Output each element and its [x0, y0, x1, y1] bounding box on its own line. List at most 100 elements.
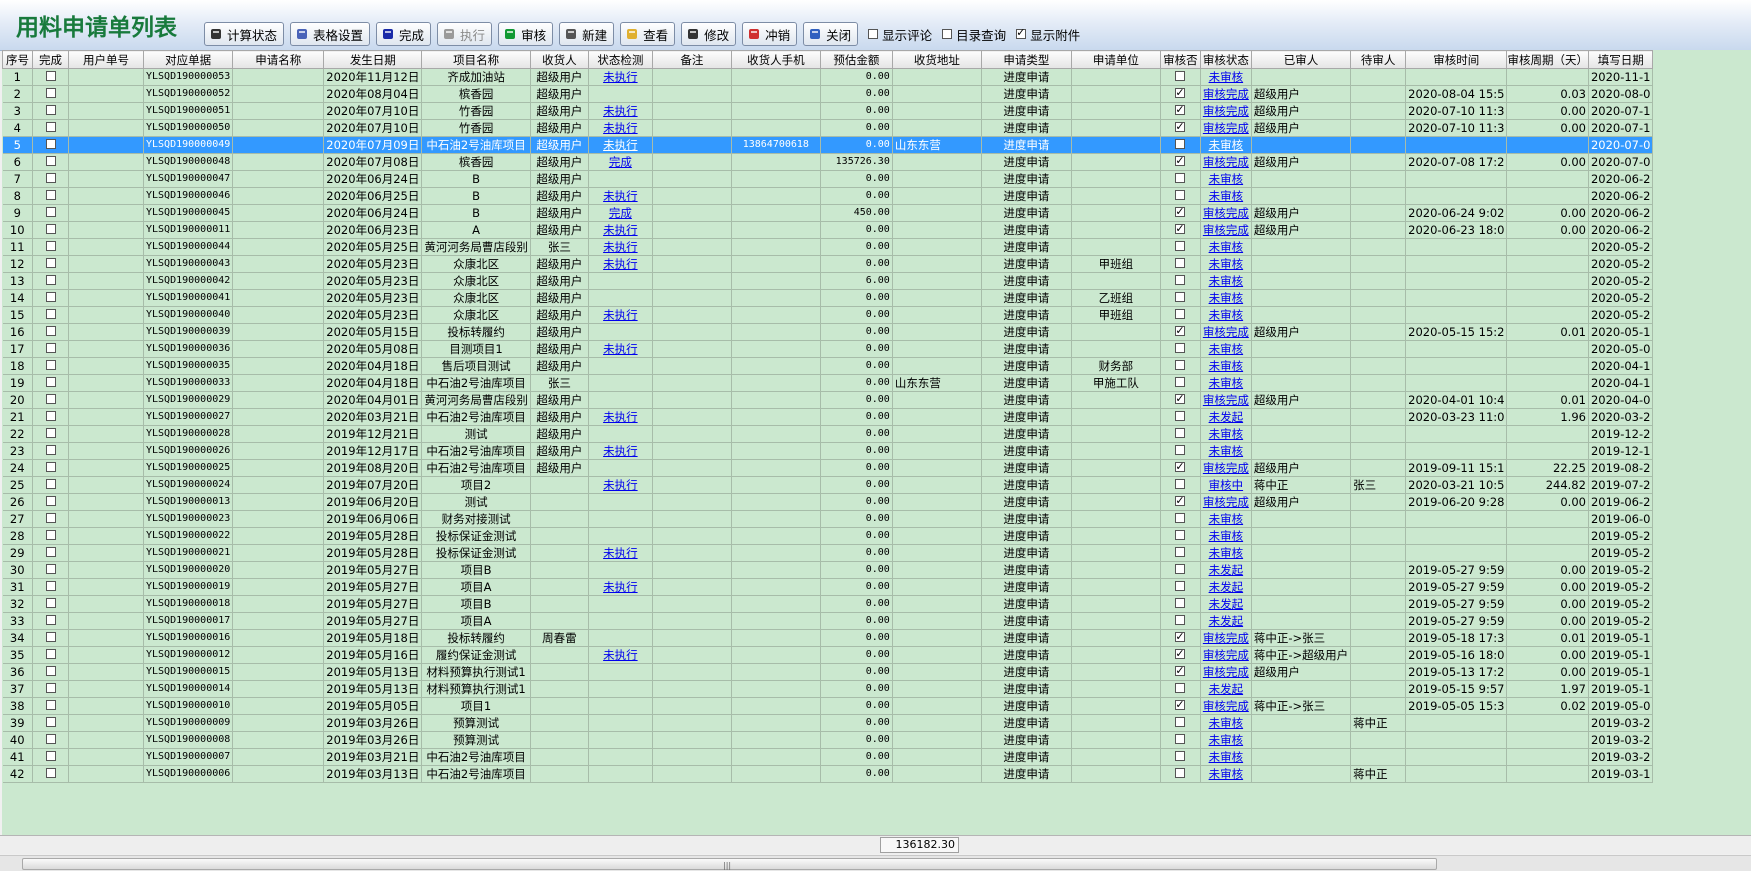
- toolbar-button-2[interactable]: 完成: [376, 22, 432, 46]
- cell-audit-status-link[interactable]: 未审核: [1209, 750, 1244, 764]
- checkbox-icon[interactable]: [1175, 494, 1186, 509]
- checkbox-icon[interactable]: [45, 479, 56, 489]
- checkbox-icon[interactable]: [1175, 751, 1186, 761]
- column-header[interactable]: 已审人: [1250, 50, 1352, 69]
- cell-audited[interactable]: [1160, 340, 1201, 358]
- cell-audit-status-link[interactable]: 审核完成: [1203, 665, 1249, 679]
- cell-done[interactable]: [32, 748, 69, 766]
- checkbox-icon[interactable]: [1175, 392, 1186, 407]
- checkbox-icon[interactable]: [45, 683, 56, 693]
- cell-audited[interactable]: [1160, 544, 1201, 562]
- column-header[interactable]: 申请名称: [232, 50, 325, 69]
- table-row[interactable]: 33 YLSQD190000017 2019年05月27日 项目A 0.00 进度申请 未发…: [2, 612, 1654, 630]
- cell-done[interactable]: [32, 289, 69, 307]
- checkbox-icon[interactable]: [1175, 154, 1186, 169]
- scrollbar-thumb[interactable]: |||: [22, 858, 1437, 870]
- cell-done[interactable]: [32, 221, 69, 239]
- table-row[interactable]: 19 YLSQD190000033 2020年04月18日 中石油2号油库项目 张三 0.…: [2, 374, 1654, 392]
- toolbar-button-7[interactable]: 修改: [681, 22, 737, 46]
- cell-audited[interactable]: [1160, 408, 1201, 426]
- checkbox-icon[interactable]: [1175, 630, 1186, 645]
- cell-audited[interactable]: [1160, 714, 1201, 732]
- cell-audit-status-link[interactable]: 审核完成: [1203, 495, 1249, 509]
- cell-audit-status-link[interactable]: 未审核: [1209, 767, 1244, 781]
- cell-audit-status-link[interactable]: 未审核: [1209, 189, 1244, 203]
- checkbox-icon[interactable]: [45, 530, 56, 540]
- cell-audit-status-link[interactable]: 审核完成: [1203, 631, 1249, 645]
- table-row[interactable]: 18 YLSQD190000035 2020年04月18日 售后项目测试 超级用户 0.0…: [2, 357, 1654, 375]
- column-header[interactable]: 发生日期: [323, 50, 423, 69]
- checkbox-icon[interactable]: [45, 309, 56, 319]
- cell-audit-status-link[interactable]: 未审核: [1209, 342, 1244, 356]
- cell-done[interactable]: [32, 714, 69, 732]
- cell-audit-status-link[interactable]: 审核完成: [1203, 393, 1249, 407]
- cell-done[interactable]: [32, 170, 69, 188]
- toolbar-button-1[interactable]: 表格设置: [290, 22, 371, 46]
- cell-audit-status-link[interactable]: 未审核: [1209, 376, 1244, 390]
- cell-done[interactable]: [32, 476, 69, 494]
- checkbox-icon[interactable]: [45, 173, 56, 183]
- checkbox-icon[interactable]: [1175, 241, 1186, 251]
- cell-audited[interactable]: [1160, 119, 1201, 137]
- cell-audit-status-link[interactable]: 审核完成: [1203, 104, 1249, 118]
- checkbox-icon[interactable]: [868, 29, 879, 39]
- cell-status-check-link[interactable]: 未执行: [603, 121, 638, 135]
- toolbar-button-9[interactable]: 关闭: [803, 22, 859, 46]
- checkbox-icon[interactable]: [45, 564, 56, 574]
- column-header[interactable]: 对应单据: [142, 50, 234, 69]
- table-row[interactable]: 23 YLSQD190000026 2019年12月17日 中石油2号油库项目 超级用户…: [2, 442, 1654, 460]
- checkbox-icon[interactable]: [45, 105, 56, 115]
- checkbox-icon[interactable]: [45, 615, 56, 625]
- cell-audit-status-link[interactable]: 未审核: [1209, 512, 1244, 526]
- cell-done[interactable]: [32, 510, 69, 528]
- cell-audited[interactable]: [1160, 765, 1201, 783]
- table-row[interactable]: 1 YLSQD190000053 2020年11月12日 齐成加油站 超级用户 未执行 0.…: [2, 68, 1654, 86]
- cell-done[interactable]: [32, 374, 69, 392]
- cell-audited[interactable]: [1160, 102, 1201, 120]
- cell-done[interactable]: [32, 578, 69, 596]
- cell-done[interactable]: [32, 255, 69, 273]
- cell-done[interactable]: [32, 119, 69, 137]
- cell-audit-status-link[interactable]: 未审核: [1209, 274, 1244, 288]
- cell-audited[interactable]: [1160, 187, 1201, 205]
- cell-status-check-link[interactable]: 未执行: [603, 444, 638, 458]
- cell-done[interactable]: [32, 680, 69, 698]
- checkbox-icon[interactable]: [45, 666, 56, 676]
- column-header[interactable]: 序号: [2, 50, 33, 69]
- cell-status-check-link[interactable]: 未执行: [603, 70, 638, 84]
- checkbox-icon[interactable]: [45, 598, 56, 608]
- cell-audit-status-link[interactable]: 未审核: [1209, 257, 1244, 271]
- checkbox-icon[interactable]: [45, 156, 56, 166]
- checkbox-icon[interactable]: [1175, 564, 1186, 574]
- checkbox-icon[interactable]: [45, 632, 56, 642]
- checkbox-icon[interactable]: [1175, 275, 1186, 285]
- cell-audit-status-link[interactable]: 审核中: [1209, 478, 1244, 492]
- cell-audit-status-link[interactable]: 未审核: [1209, 529, 1244, 543]
- checkbox-icon[interactable]: [1175, 343, 1186, 353]
- column-header[interactable]: 收货地址: [891, 50, 982, 69]
- cell-audited[interactable]: [1160, 459, 1201, 477]
- checkbox-icon[interactable]: [45, 88, 56, 98]
- checkbox-icon[interactable]: [1175, 173, 1186, 183]
- cell-audited[interactable]: [1160, 391, 1201, 409]
- cell-audited[interactable]: [1160, 170, 1201, 188]
- table-row[interactable]: 41 YLSQD190000007 2019年03月21日 中石油2号油库项目 0.00…: [2, 748, 1654, 766]
- checkbox-icon[interactable]: [1175, 647, 1186, 662]
- cell-audit-status-link[interactable]: 未发起: [1209, 614, 1244, 628]
- cell-audited[interactable]: [1160, 221, 1201, 239]
- horizontal-scrollbar[interactable]: |||: [0, 855, 1751, 871]
- cell-audited[interactable]: [1160, 748, 1201, 766]
- column-header[interactable]: 备注: [651, 50, 732, 69]
- cell-audited[interactable]: [1160, 697, 1201, 715]
- cell-status-check-link[interactable]: 未执行: [603, 104, 638, 118]
- cell-audit-status-link[interactable]: 审核完成: [1203, 206, 1249, 220]
- checkbox-icon[interactable]: [45, 190, 56, 200]
- checkbox-icon[interactable]: [1175, 120, 1186, 135]
- cell-audited[interactable]: [1160, 272, 1201, 290]
- checkbox-icon[interactable]: [45, 122, 56, 132]
- cell-audit-status-link[interactable]: 未发起: [1209, 682, 1244, 696]
- cell-done[interactable]: [32, 425, 69, 443]
- table-row[interactable]: 42 YLSQD190000006 2019年03月13日 中石油2号油库项目 0.00…: [2, 765, 1654, 783]
- checkbox-icon[interactable]: [45, 343, 56, 353]
- checkbox-icon[interactable]: [45, 751, 56, 761]
